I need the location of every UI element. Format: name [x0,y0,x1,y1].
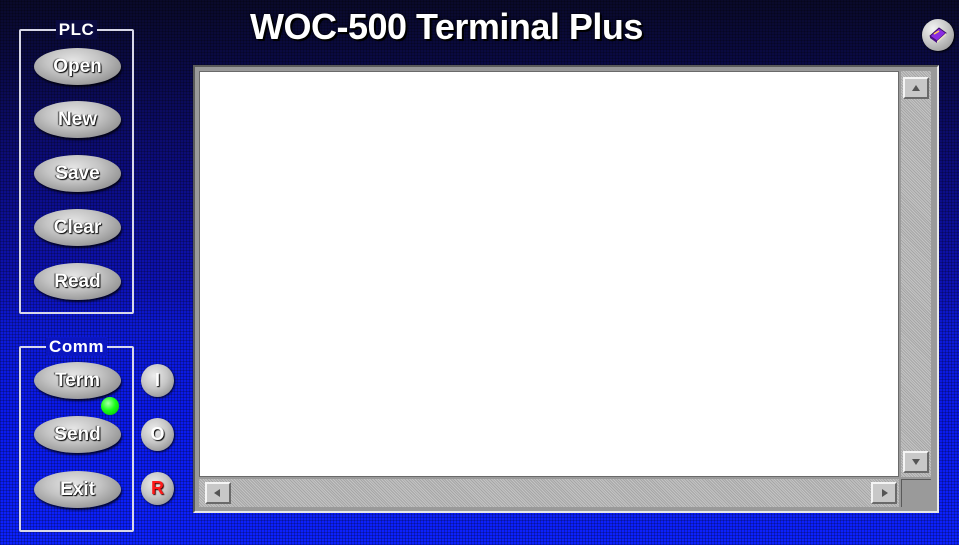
plc-group-label: PLC [55,20,98,39]
arrow-left-icon [214,489,220,497]
input-indicator: I [141,364,174,397]
app-title: WOC-500 Terminal Plus [250,6,643,47]
reset-indicator: R [141,472,174,505]
output-indicator: O [141,418,174,451]
save-button[interactable]: Save [34,155,121,192]
clear-button[interactable]: Clear [34,209,121,246]
term-status-led [101,397,119,415]
book-icon[interactable] [922,19,954,51]
terminal-frame [193,65,939,513]
terminal-textarea[interactable] [199,71,899,477]
scroll-up-button[interactable] [903,77,929,99]
arrow-up-icon [912,85,920,91]
vertical-scrollbar[interactable] [901,71,931,477]
arrow-down-icon [912,459,920,465]
exit-button[interactable]: Exit [34,471,121,508]
read-button[interactable]: Read [34,263,121,300]
send-button[interactable]: Send [34,416,121,453]
scroll-down-button[interactable] [903,451,929,473]
scroll-right-button[interactable] [871,482,897,504]
arrow-right-icon [882,489,888,497]
comm-group-label: Comm [46,337,107,356]
term-button[interactable]: Term [34,362,121,399]
scrollbar-corner [901,479,931,507]
new-button[interactable]: New [34,101,121,138]
horizontal-scrollbar[interactable] [199,479,899,507]
open-button[interactable]: Open [34,48,121,85]
app-window: WOC-500 Terminal Plus PLC Open New Save … [0,0,959,545]
scroll-left-button[interactable] [205,482,231,504]
